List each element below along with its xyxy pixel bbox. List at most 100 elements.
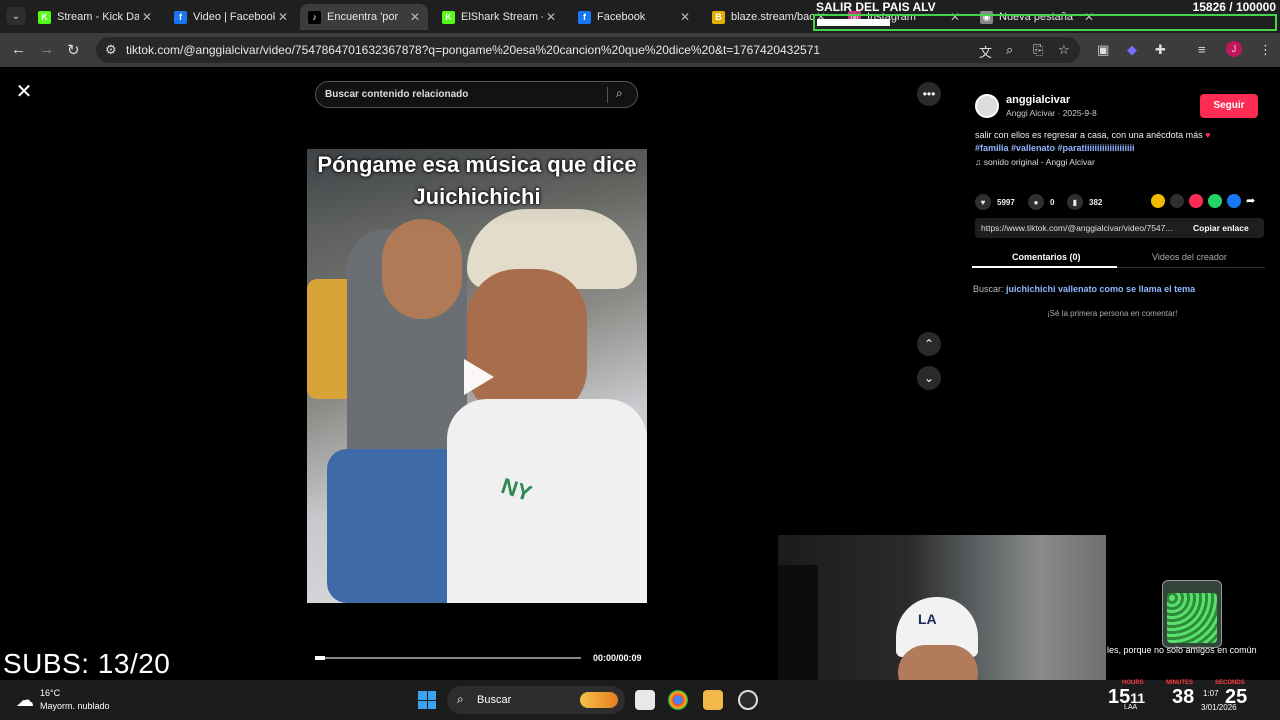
suggested-search-query[interactable]: juichichichi vallenato como se llama el … [1006, 284, 1195, 294]
weather-temperature[interactable]: 16°C [40, 688, 60, 698]
search-highlight-icon [580, 692, 618, 708]
browser-menu-icon[interactable]: ⋮ [1259, 42, 1272, 58]
tab-close-icon[interactable]: ✕ [142, 10, 152, 24]
share-link-text[interactable]: https://www.tiktok.com/@anggialcivar/vid… [981, 223, 1186, 233]
tab-creator-videos[interactable]: Videos del creador [1152, 252, 1227, 262]
goal-progress-fill [817, 19, 890, 26]
zoom-icon[interactable]: ⌕ [1006, 42, 1013, 58]
close-video-icon[interactable]: ✕ [13, 81, 35, 103]
search-divider [607, 87, 608, 103]
previous-video-chevron-up-icon[interactable]: ⌃ [917, 332, 941, 356]
next-video-chevron-down-icon[interactable]: ⌄ [917, 366, 941, 390]
heart-icon: ♥ [975, 194, 991, 210]
suggested-search-prefix: Buscar: [973, 284, 1004, 294]
tab-favicon-icon: f [174, 10, 187, 24]
related-search-input[interactable]: Buscar contenido relacionado ⌕ [315, 81, 638, 108]
follow-button[interactable]: Seguir [1200, 94, 1258, 118]
like-stat[interactable]: ♥ 5997 [975, 194, 1015, 210]
search-icon: ⌕ [457, 692, 464, 706]
tab-comments[interactable]: Comentarios (0) [1012, 252, 1081, 262]
hashtags[interactable]: #familia #vallenato #paratiiiiiiiiiiiiii… [975, 143, 1135, 153]
save-stat[interactable]: ▮ 382 [1067, 194, 1102, 210]
play-icon[interactable] [464, 359, 494, 395]
subs-goal: SUBS: 13/20 [3, 648, 171, 679]
media-control-icon[interactable]: ≡ [1198, 42, 1206, 57]
share-link-box: https://www.tiktok.com/@anggialcivar/vid… [975, 218, 1264, 238]
windows-start-icon[interactable] [418, 691, 436, 709]
tab-title: Facebook [597, 11, 646, 23]
reload-icon[interactable]: ↻ [67, 41, 80, 59]
goal-title: SALIR DEL PAIS ALV [816, 0, 936, 14]
file-explorer-icon[interactable] [703, 690, 723, 710]
description-text: salir con ellos es regresar a casa, con … [975, 130, 1203, 140]
taskbar-search-label: Buscar [477, 694, 512, 706]
gift-share-icon[interactable] [1151, 194, 1165, 208]
video-progress-fill [315, 656, 325, 660]
chrome-icon[interactable] [668, 690, 688, 710]
sound-link[interactable]: ♫ sonido original - Anggi Alcivar [975, 157, 1095, 167]
translate-icon[interactable]: 文 [979, 42, 992, 61]
author-subline: Anggi Alcivar · 2025-9-8 [1006, 108, 1097, 118]
browser-tab[interactable]: f Facebook ✕ [570, 4, 698, 30]
install-app-icon[interactable]: ⎘ [1033, 42, 1043, 58]
taskbar-clock-time[interactable]: 1:07 [1203, 689, 1219, 698]
settings-app-icon[interactable] [738, 690, 758, 710]
bookmark-icon: ▮ [1067, 194, 1083, 210]
comment-count: 0 [1050, 197, 1055, 207]
author-username[interactable]: anggialcivar [1006, 94, 1070, 106]
address-bar[interactable]: ⚙ tiktok.com/@anggialcivar/video/7547864… [96, 37, 1080, 63]
tab-close-icon[interactable]: ✕ [410, 10, 420, 24]
suggested-search[interactable]: Buscar: juichichichi vallenato como se l… [973, 284, 1195, 294]
video-description: salir con ellos es regresar a casa, con … [975, 129, 1265, 155]
url-text: tiktok.com/@anggialcivar/video/754786470… [126, 43, 821, 57]
weather-description[interactable]: Mayorm. nublado [40, 701, 110, 711]
comment-stat[interactable]: ● 0 [1028, 194, 1054, 210]
tab-title: Video | Facebook [193, 11, 275, 23]
tab-title: ElShark Stream - V [461, 11, 543, 23]
video-caption-text: Póngame esa música que dice Juichichichi [317, 152, 637, 209]
extension-vpn-icon[interactable]: ◆ [1127, 42, 1137, 58]
extension-icon[interactable]: ▣ [1097, 42, 1109, 58]
tab-search-button[interactable]: ⌄ [6, 7, 26, 25]
browser-tab[interactable]: K Stream - Kick Dash✕ [30, 4, 160, 30]
tab-title: Encuentra 'por [327, 11, 399, 23]
video-progress-bar[interactable] [315, 656, 581, 660]
tab-favicon-icon: K [38, 10, 51, 24]
browser-tab[interactable]: f Video | Facebook ✕ [166, 4, 296, 30]
copy-link-button[interactable]: Copiar enlace [1193, 223, 1249, 233]
extensions-puzzle-icon[interactable]: ✚ [1155, 42, 1166, 58]
panel-tabs: Comentarios (0) Videos del creador [972, 246, 1265, 268]
tab-title: blaze.stream/back [731, 11, 813, 23]
browser-tab[interactable]: ♪ Encuentra 'por ✕ [300, 4, 428, 30]
embed-code-icon[interactable] [1170, 194, 1184, 208]
repost-icon[interactable] [1189, 194, 1203, 208]
share-arrow-icon[interactable]: ➦ [1246, 194, 1260, 208]
tab-close-icon[interactable]: ✕ [546, 10, 556, 24]
search-icon[interactable]: ⌕ [616, 86, 623, 101]
site-info-icon[interactable]: ⚙ [105, 42, 117, 58]
tab-close-icon[interactable]: ✕ [278, 10, 288, 24]
face-middle-shape [382, 219, 462, 319]
whatsapp-icon[interactable] [1208, 194, 1222, 208]
face-front-shape [467, 269, 587, 419]
cloud-weather-icon[interactable]: ☁ [16, 690, 34, 711]
music-note-icon: ♫ [975, 157, 984, 167]
like-count: 5997 [997, 197, 1015, 207]
windows-taskbar: ☁ 16°C Mayorm. nublado ⌕ Buscar [0, 680, 1280, 720]
browser-tab[interactable]: K ElShark Stream - V✕ [434, 4, 564, 30]
forward-arrow-icon[interactable]: → [39, 41, 54, 58]
scrolling-message: les, porque no solo amigos en común [1107, 645, 1257, 655]
more-options-icon[interactable]: ••• [917, 82, 941, 106]
facebook-share-icon[interactable] [1227, 194, 1241, 208]
goal-count: 15826 / 100000 [1192, 0, 1276, 14]
cap-logo: LA [918, 611, 937, 627]
bookmark-star-icon[interactable]: ☆ [1058, 42, 1070, 58]
tab-close-icon[interactable]: ✕ [680, 10, 690, 24]
back-arrow-icon[interactable]: ← [11, 41, 26, 58]
video-player[interactable]: NY Póngame esa música que dice Juichichi… [307, 149, 647, 603]
author-avatar[interactable] [975, 94, 999, 118]
profile-avatar[interactable]: J [1226, 41, 1242, 57]
task-view-icon[interactable] [635, 690, 655, 710]
language-indicator[interactable]: LAA [1124, 704, 1137, 711]
taskbar-clock-date[interactable]: 3/01/2026 [1201, 703, 1237, 712]
